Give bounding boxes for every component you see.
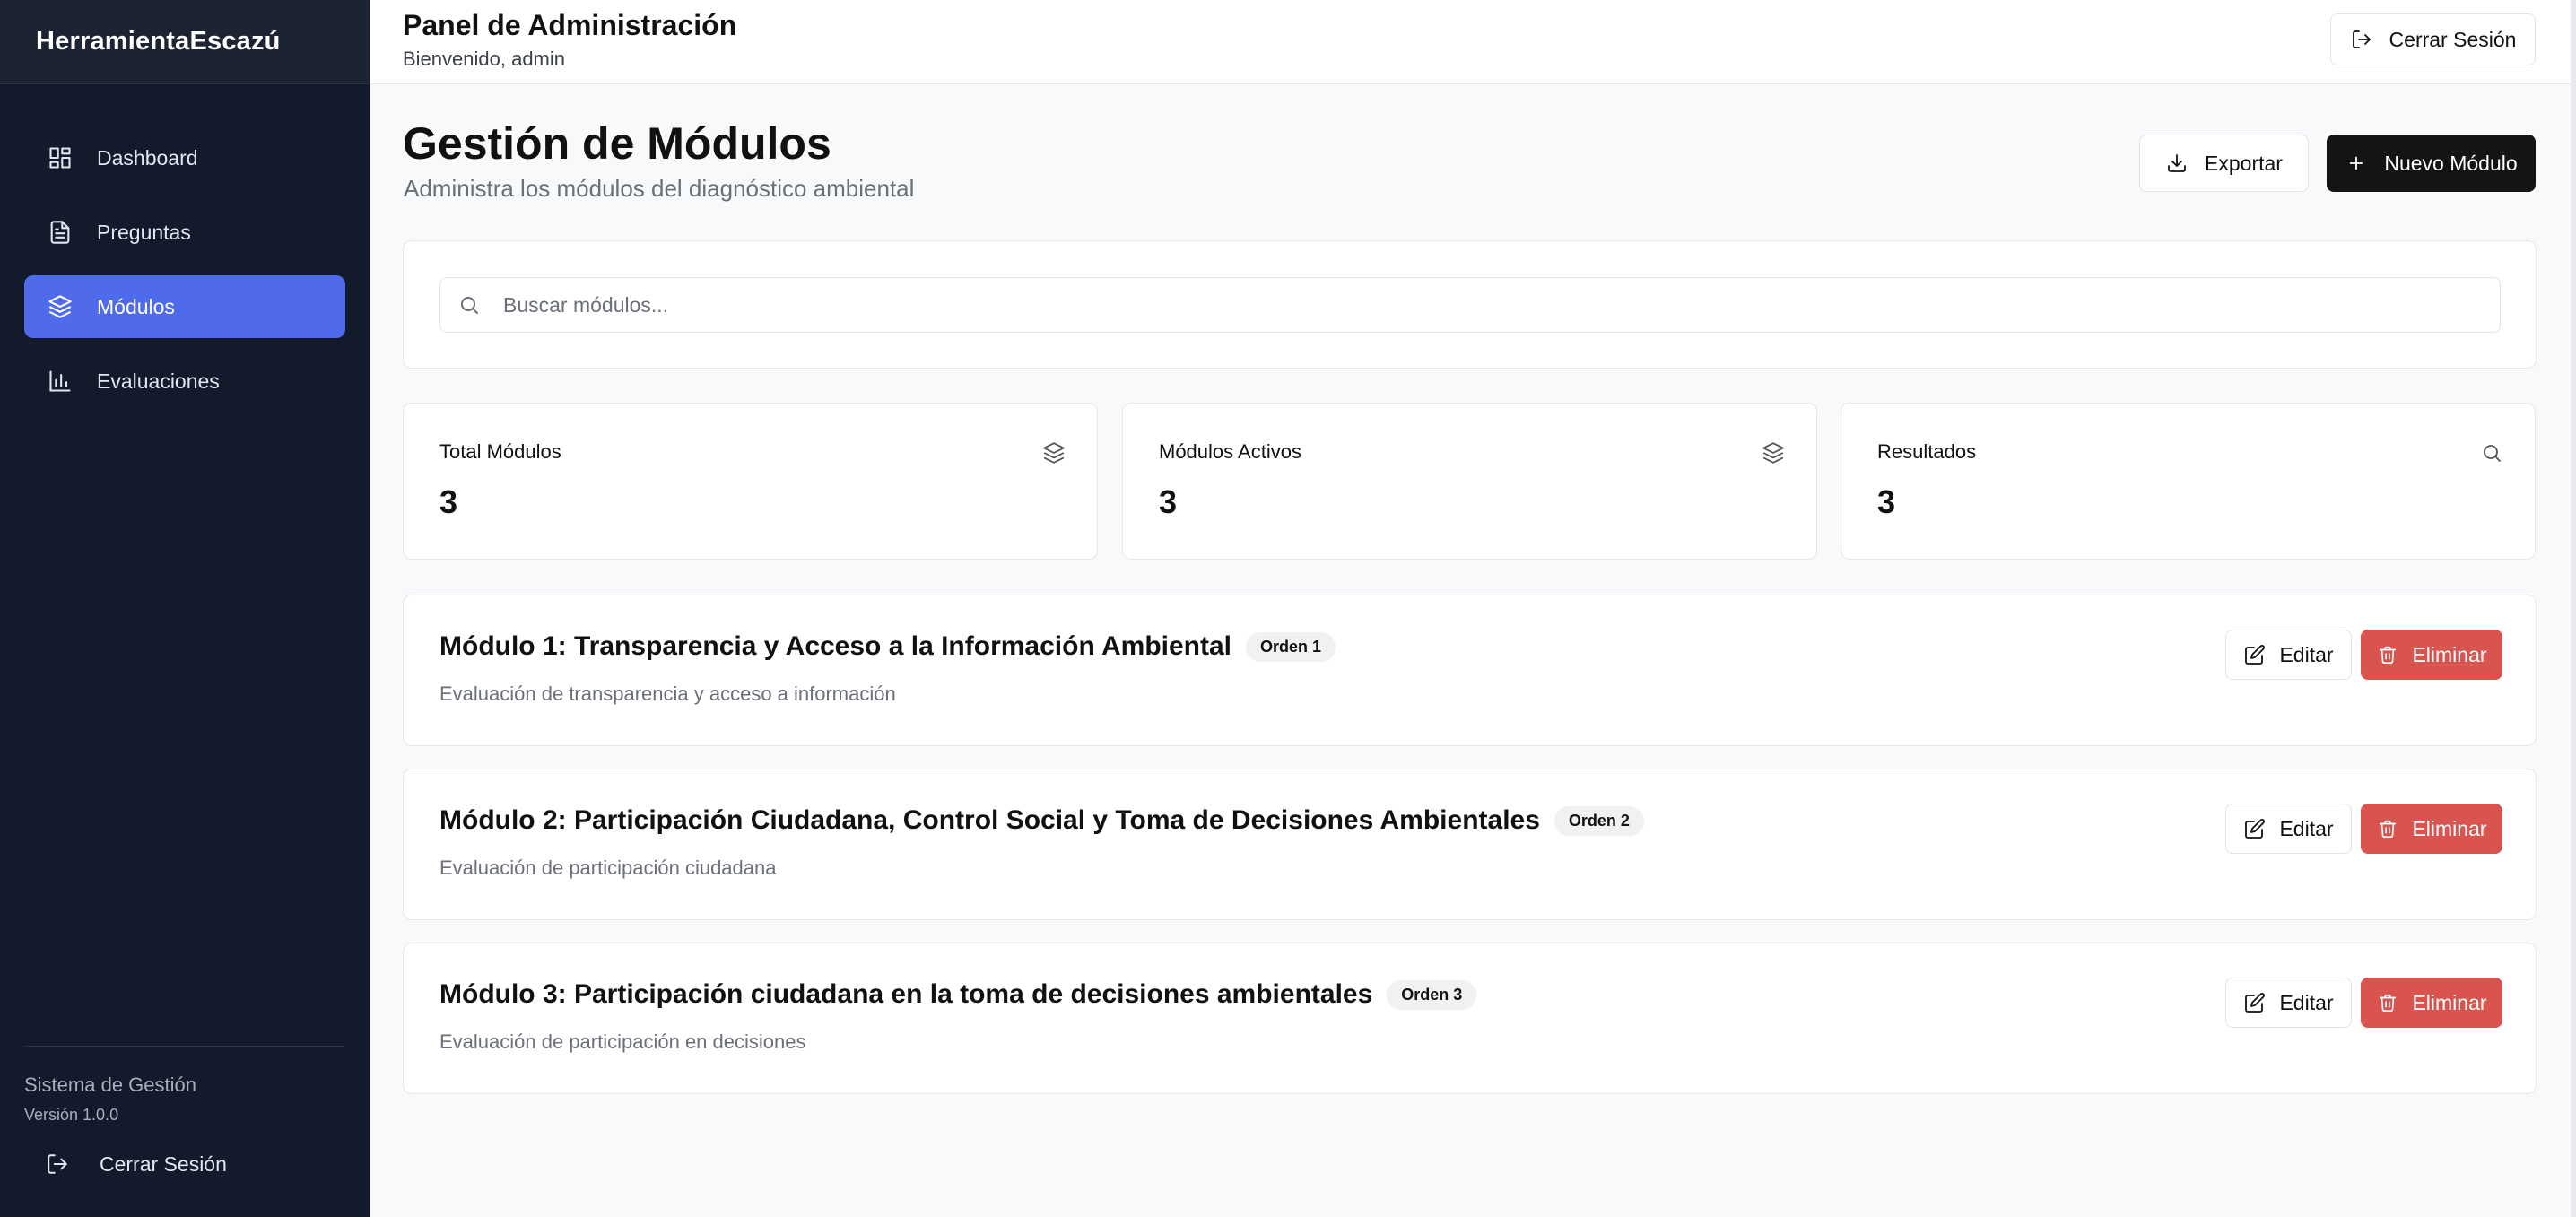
plus-icon [2345,152,2368,175]
trash-icon [2376,817,2399,840]
system-version: Versión 1.0.0 [24,1106,119,1124]
new-module-button[interactable]: Nuevo Módulo [2327,135,2536,192]
module-title-row: Módulo 1: Transparencia y Acceso a la In… [439,631,1336,662]
sidebar-item-label: Preguntas [97,220,191,244]
module-description: Evaluación de participación ciudadana [439,856,777,879]
sidebar-item-preguntas[interactable]: Preguntas [24,201,345,264]
document-icon [47,219,74,246]
module-description: Evaluación de transparencia y acceso a i… [439,682,896,705]
system-name: Sistema de Gestión [24,1074,196,1096]
brand-name: HerramientaEscazú [36,27,281,56]
search-card [403,240,2537,369]
sidebar-item-dashboard[interactable]: Dashboard [24,126,345,189]
order-badge: Orden 1 [1246,631,1336,662]
order-badge: Orden 3 [1387,979,1477,1010]
stat-value: 3 [1877,483,1896,520]
logout-icon [46,1151,73,1178]
brand: HerramientaEscazú [0,0,370,84]
delete-label: Eliminar [2412,990,2487,1014]
edit-button[interactable]: Editar [2225,630,2352,680]
export-label: Exportar [2205,151,2283,175]
sidebar-item-modulos[interactable]: Módulos [24,275,345,338]
logout-icon [2350,28,2373,51]
layers-icon [47,293,74,320]
edit-icon [2243,991,2267,1014]
edit-button[interactable]: Editar [2225,804,2352,854]
bar-chart-icon [47,368,74,395]
sidebar-logout-button[interactable]: Cerrar Sesión [24,1151,227,1178]
stat-value: 3 [1159,483,1178,520]
header-logout-label: Cerrar Sesión [2389,27,2517,51]
module-description: Evaluación de participación en decisione… [439,1030,806,1053]
edit-button[interactable]: Editar [2225,978,2352,1028]
module-card: Módulo 2: Participación Ciudadana, Contr… [403,769,2537,920]
header-title: Panel de Administración [403,9,737,41]
delete-label: Eliminar [2412,642,2487,666]
stat-label: Total Módulos [439,440,561,463]
dashboard-icon [47,144,74,171]
module-title: Módulo 1: Transparencia y Acceso a la In… [439,631,1232,661]
delete-label: Eliminar [2412,816,2487,840]
stat-label: Resultados [1877,440,1977,463]
module-title-row: Módulo 2: Participación Ciudadana, Contr… [439,805,1644,836]
order-badge: Orden 2 [1553,805,1644,836]
scrollbar[interactable] [2571,0,2576,1217]
page-title: Gestión de Módulos [403,118,831,169]
sidebar-item-label: Evaluaciones [97,369,220,393]
topbar: Panel de Administración Bienvenido, admi… [370,0,2576,84]
sidebar-nav: Dashboard Preguntas Módulos Evaluaciones [24,126,345,424]
edit-icon [2243,817,2267,840]
sidebar-item-evaluaciones[interactable]: Evaluaciones [24,350,345,413]
edit-label: Editar [2279,642,2334,666]
sidebar-footer: Sistema de Gestión Versión 1.0.0 [24,1046,345,1125]
module-title-row: Módulo 3: Participación ciudadana en la … [439,979,1477,1010]
delete-button[interactable]: Eliminar [2361,804,2502,854]
layers-icon [1761,440,1786,465]
download-icon [2165,152,2189,175]
stat-card-total: Total Módulos 3 [403,403,1098,560]
search-box [439,277,2501,333]
sidebar-logout-label: Cerrar Sesión [100,1152,227,1176]
search-input[interactable] [503,292,2476,317]
delete-button[interactable]: Eliminar [2361,978,2502,1028]
module-title: Módulo 3: Participación ciudadana en la … [439,979,1373,1009]
search-icon [458,292,483,317]
export-button[interactable]: Exportar [2139,135,2309,192]
stat-card-results: Resultados 3 [1841,403,2536,560]
header-subtitle: Bienvenido, admin [403,48,566,70]
sidebar: HerramientaEscazú Dashboard Preguntas Mó… [0,0,370,1217]
page-subtitle: Administra los módulos del diagnóstico a… [404,175,915,202]
stat-value: 3 [439,483,458,520]
sidebar-item-label: Dashboard [97,145,198,170]
new-module-label: Nuevo Módulo [2384,151,2518,175]
layers-icon [1041,440,1066,465]
delete-button[interactable]: Eliminar [2361,630,2502,680]
edit-label: Editar [2279,990,2334,1014]
module-title: Módulo 2: Participación Ciudadana, Contr… [439,805,1540,835]
sidebar-item-label: Módulos [97,294,175,318]
trash-icon [2376,643,2399,666]
trash-icon [2376,991,2399,1014]
module-card: Módulo 1: Transparencia y Acceso a la In… [403,595,2537,746]
edit-icon [2243,643,2267,666]
search-icon [2479,440,2504,465]
stat-card-active: Módulos Activos 3 [1122,403,1817,560]
header-logout-button[interactable]: Cerrar Sesión [2330,13,2536,65]
edit-label: Editar [2279,816,2334,840]
module-card: Módulo 3: Participación ciudadana en la … [403,943,2537,1094]
stat-label: Módulos Activos [1159,440,1301,463]
